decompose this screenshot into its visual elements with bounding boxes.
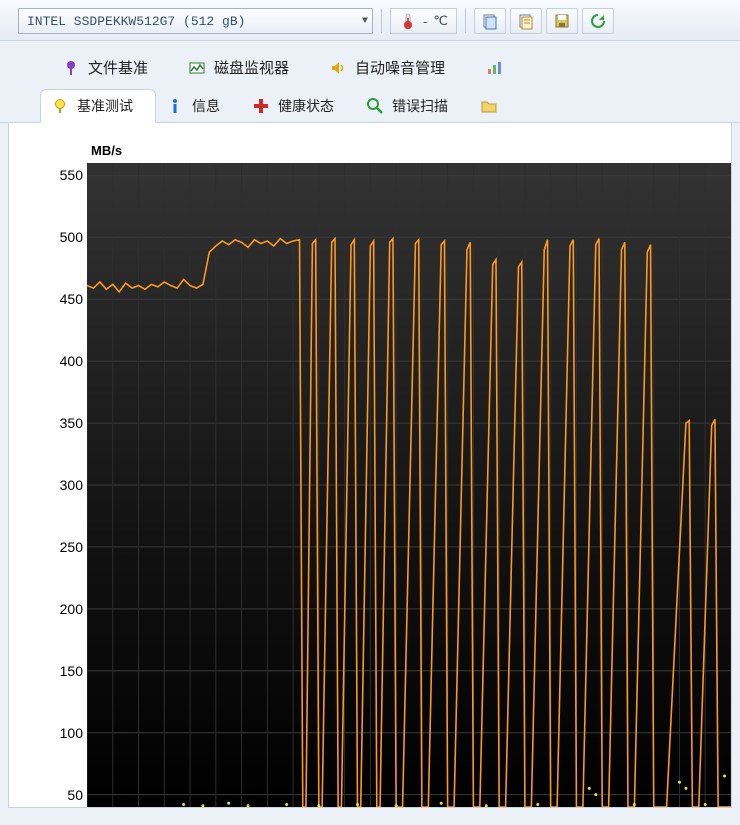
tab-label: 健康状态 (278, 96, 334, 116)
save-button[interactable] (546, 8, 578, 34)
tab-extra[interactable] (473, 51, 513, 85)
file-benchmark-icon (62, 59, 80, 77)
copy-info-button[interactable] (510, 8, 542, 34)
tab-extra2[interactable] (470, 89, 508, 123)
main-tabs-upper: 文件基准 磁盘监视器 自动噪音管理 (0, 41, 740, 85)
benchmark-icon (51, 97, 69, 115)
main-tabs-lower: 基准测试 信息 健康状态 错误扫描 (0, 89, 740, 123)
tab-label: 错误扫描 (392, 96, 448, 116)
clipboard-text-icon (517, 12, 535, 30)
y-axis-unit: MB/s (91, 143, 122, 158)
y-tick-label: 250 (43, 539, 83, 555)
tab-errorscan[interactable]: 错误扫描 (356, 89, 470, 123)
y-tick-label: 450 (43, 291, 83, 307)
copy-screenshot-button[interactable] (474, 8, 506, 34)
tab-label: 信息 (192, 96, 220, 116)
temperature-display: - ℃ (390, 8, 457, 34)
magnifier-icon (366, 97, 384, 115)
tab-benchmark[interactable]: 基准测试 (40, 89, 156, 123)
y-tick-label: 400 (43, 353, 83, 369)
drive-select[interactable]: INTEL SSDPEKKW512G7 (512 gB) ▼ (18, 8, 373, 34)
y-tick-label: 350 (43, 415, 83, 431)
drive-select-label: INTEL SSDPEKKW512G7 (512 gB) (27, 14, 245, 29)
thermometer-icon (399, 12, 417, 30)
folder-icon (480, 97, 498, 115)
tab-label: 自动噪音管理 (355, 57, 445, 78)
refresh-icon (589, 12, 607, 30)
top-toolbar: INTEL SSDPEKKW512G7 (512 gB) ▼ - ℃ (0, 0, 740, 41)
disk-monitor-icon (188, 59, 206, 77)
tab-label: 文件基准 (88, 57, 148, 78)
chart-icon (485, 59, 503, 77)
tab-noise-management[interactable]: 自动噪音管理 (317, 51, 473, 85)
tab-info[interactable]: 信息 (156, 89, 242, 123)
refresh-button[interactable] (582, 8, 614, 34)
tab-label: 磁盘监视器 (214, 57, 289, 78)
temperature-unit: ℃ (433, 13, 448, 29)
y-tick-label: 100 (43, 725, 83, 741)
health-icon (252, 97, 270, 115)
chart-plot-area (87, 163, 731, 807)
temperature-value: - (423, 14, 427, 29)
clipboard-image-icon (481, 12, 499, 30)
y-tick-label: 150 (43, 663, 83, 679)
tab-health[interactable]: 健康状态 (242, 89, 356, 123)
y-tick-label: 300 (43, 477, 83, 493)
y-tick-label: 500 (43, 229, 83, 245)
separator (465, 9, 466, 33)
separator (381, 9, 382, 33)
tab-file-benchmark[interactable]: 文件基准 (50, 51, 176, 85)
tab-label: 基准测试 (77, 96, 133, 116)
y-tick-label: 50 (43, 787, 83, 803)
y-tick-label: 550 (43, 167, 83, 183)
speaker-icon (329, 59, 347, 77)
benchmark-panel: MB/s 50 100 150 200 250 300 350 400 450 500 550 (8, 123, 732, 808)
tab-disk-monitor[interactable]: 磁盘监视器 (176, 51, 317, 85)
save-icon (553, 12, 571, 30)
info-icon (166, 97, 184, 115)
chevron-down-icon: ▼ (362, 16, 368, 27)
y-tick-label: 200 (43, 601, 83, 617)
